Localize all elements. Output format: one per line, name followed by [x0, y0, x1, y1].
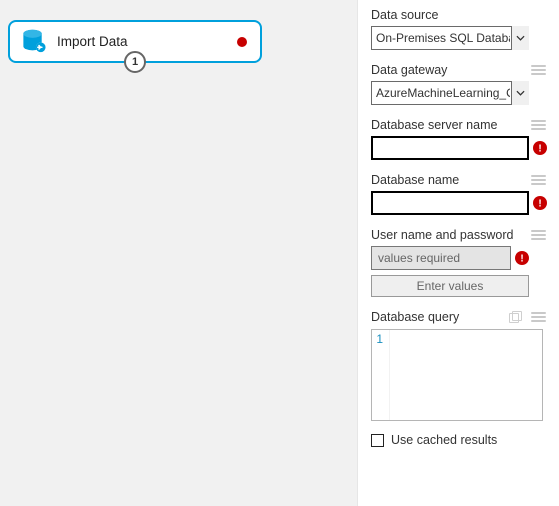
database-query-label: Database query	[371, 310, 459, 324]
svg-text:!: !	[520, 254, 523, 265]
use-cached-checkbox[interactable]	[371, 434, 384, 447]
error-icon: !	[515, 251, 529, 265]
field-database-query: Database query 1	[371, 308, 546, 421]
svg-text:!: !	[538, 199, 541, 210]
db-name-input[interactable]	[371, 191, 529, 215]
data-source-select[interactable]: On-Premises SQL Database	[371, 26, 529, 50]
use-cached-label: Use cached results	[391, 433, 497, 447]
credentials-status: values required	[371, 246, 511, 270]
hamburger-icon[interactable]	[531, 175, 546, 185]
db-name-label: Database name	[371, 173, 459, 187]
database-icon	[20, 28, 47, 55]
hamburger-icon[interactable]	[531, 120, 546, 130]
field-data-source: Data source On-Premises SQL Database	[371, 6, 546, 50]
output-port-1[interactable]: 1	[124, 51, 146, 73]
field-credentials: User name and password values required !…	[371, 226, 546, 297]
error-icon: !	[533, 141, 547, 155]
field-data-gateway: Data gateway AzureMachineLearning_On	[371, 61, 546, 105]
module-import-data[interactable]: Import Data 1	[8, 20, 262, 63]
field-db-name: Database name !	[371, 171, 546, 215]
svg-text:!: !	[538, 144, 541, 155]
error-icon	[237, 37, 247, 47]
hamburger-icon[interactable]	[531, 312, 546, 322]
popout-icon[interactable]	[509, 311, 522, 323]
hamburger-icon[interactable]	[531, 230, 546, 240]
data-gateway-select[interactable]: AzureMachineLearning_On	[371, 81, 529, 105]
credentials-label: User name and password	[371, 228, 513, 242]
database-query-editor[interactable]: 1	[371, 329, 543, 421]
properties-panel: Data source On-Premises SQL Database Dat…	[358, 0, 559, 506]
field-db-server: Database server name !	[371, 116, 546, 160]
module-title: Import Data	[57, 34, 237, 49]
error-icon: !	[533, 196, 547, 210]
enter-values-button[interactable]: Enter values	[371, 275, 529, 297]
line-number: 1	[372, 330, 390, 420]
experiment-canvas[interactable]: Import Data 1	[0, 0, 358, 506]
field-use-cached: Use cached results	[371, 433, 546, 447]
data-source-label: Data source	[371, 8, 438, 22]
hamburger-icon[interactable]	[531, 65, 546, 75]
db-server-input[interactable]	[371, 136, 529, 160]
data-gateway-label: Data gateway	[371, 63, 447, 77]
query-text[interactable]	[390, 330, 542, 420]
db-server-label: Database server name	[371, 118, 497, 132]
